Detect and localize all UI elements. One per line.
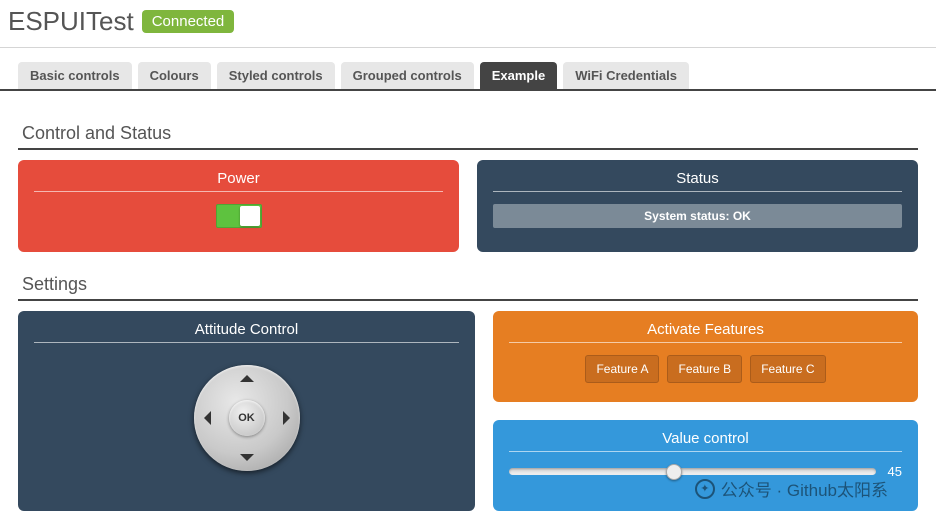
- section-label-settings: Settings: [22, 274, 918, 295]
- connection-status-badge: Connected: [142, 10, 235, 33]
- status-text: System status: OK: [493, 204, 902, 228]
- value-slider-readout: 45: [888, 464, 902, 479]
- card-title-attitude: Attitude Control: [34, 321, 459, 343]
- tab-styled-controls[interactable]: Styled controls: [217, 62, 335, 89]
- card-title-value-control: Value control: [509, 430, 902, 452]
- card-status: Status System status: OK: [477, 160, 918, 252]
- tab-colours[interactable]: Colours: [138, 62, 211, 89]
- section-divider: [18, 148, 918, 150]
- tab-grouped-controls[interactable]: Grouped controls: [341, 62, 474, 89]
- watermark-overlay: ✦ 公众号 · Github太阳系: [695, 476, 888, 501]
- dpad-up-button[interactable]: [240, 375, 254, 382]
- card-title-status: Status: [493, 170, 902, 192]
- card-value-control: Value control 45 ✦ 公众号 · Github太阳系: [493, 420, 918, 511]
- header: ESPUITest Connected: [0, 0, 936, 48]
- feature-a-button[interactable]: Feature A: [585, 355, 659, 383]
- card-title-power: Power: [34, 170, 443, 192]
- card-activate-features: Activate Features Feature A Feature B Fe…: [493, 311, 918, 402]
- dpad-left-button[interactable]: [204, 411, 211, 425]
- power-toggle[interactable]: [216, 204, 262, 228]
- wechat-icon: ✦: [695, 479, 715, 499]
- value-slider[interactable]: [509, 468, 876, 475]
- dpad-ok-button[interactable]: OK: [229, 400, 265, 436]
- watermark-text: 公众号 · Github太阳系: [721, 476, 888, 501]
- power-toggle-knob: [240, 206, 260, 226]
- section-divider: [18, 299, 918, 301]
- app-title: ESPUITest: [8, 6, 134, 37]
- card-power: Power: [18, 160, 459, 252]
- dpad-down-button[interactable]: [240, 454, 254, 461]
- tab-example[interactable]: Example: [480, 62, 557, 89]
- value-slider-thumb[interactable]: [666, 464, 682, 480]
- dpad: OK: [194, 365, 300, 471]
- feature-c-button[interactable]: Feature C: [750, 355, 825, 383]
- tab-bar: Basic controls Colours Styled controls G…: [0, 48, 936, 91]
- card-title-features: Activate Features: [509, 321, 902, 343]
- section-label-control-status: Control and Status: [22, 123, 918, 144]
- card-attitude-control: Attitude Control OK: [18, 311, 475, 511]
- dpad-right-button[interactable]: [283, 411, 290, 425]
- feature-b-button[interactable]: Feature B: [667, 355, 742, 383]
- tab-basic-controls[interactable]: Basic controls: [18, 62, 132, 89]
- tab-wifi-credentials[interactable]: WiFi Credentials: [563, 62, 689, 89]
